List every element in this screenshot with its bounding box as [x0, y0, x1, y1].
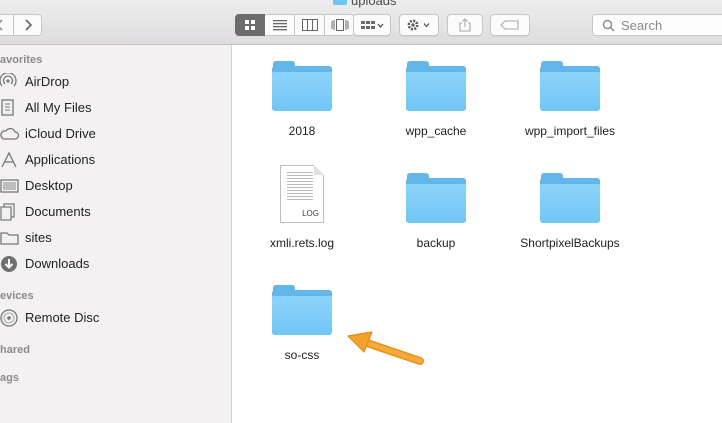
icon-grid-icon [245, 20, 255, 30]
file-item-xmli-rets-log[interactable]: LOG xmli.rets.log [237, 165, 367, 253]
file-grid: 2018 wpp_cache wpp_import_files LOG xmli… [232, 45, 722, 423]
sidebar-item-downloads[interactable]: Downloads [0, 252, 231, 276]
sidebar-item-applications[interactable]: Applications [0, 148, 231, 172]
file-name: xmli.rets.log [269, 236, 334, 250]
sidebar-item-desktop[interactable]: Desktop [0, 174, 231, 198]
file-name: 2018 [288, 124, 316, 138]
annotation-arrow [347, 331, 424, 365]
sidebar-item-airdrop[interactable]: AirDrop [0, 70, 231, 94]
forward-button[interactable] [14, 14, 42, 36]
airdrop-icon [0, 73, 20, 91]
tag-button[interactable] [490, 14, 530, 36]
arrange-icon [361, 21, 384, 29]
log-file-icon: LOG [280, 165, 324, 223]
search-icon [602, 19, 615, 32]
file-name: wpp_import_files [524, 124, 616, 138]
chevron-right-icon [24, 19, 32, 31]
log-badge: LOG [302, 209, 319, 218]
sidebar-item-all-my-files[interactable]: All My Files [0, 96, 231, 120]
documents-icon [0, 203, 20, 221]
nav-buttons [0, 14, 42, 36]
file-item-shortpixelbackups[interactable]: ShortpixelBackups [505, 173, 635, 253]
file-name: wpp_cache [405, 124, 467, 138]
action-button[interactable] [399, 14, 439, 36]
sidebar: avorites AirDrop All My Files iCloud Dri… [0, 45, 232, 423]
downloads-icon [0, 255, 20, 273]
file-item-wpp-cache[interactable]: wpp_cache [371, 61, 501, 141]
share-icon [459, 18, 471, 32]
window-title: uploads [333, 0, 397, 8]
folder-icon [0, 229, 20, 247]
desktop-icon [0, 177, 20, 195]
cloud-icon [0, 125, 20, 143]
disc-icon [0, 309, 20, 327]
back-button[interactable] [0, 14, 14, 36]
file-item-wpp-import-files[interactable]: wpp_import_files [505, 61, 635, 141]
sidebar-item-remote-disc[interactable]: Remote Disc [0, 306, 231, 330]
cover-flow-icon [331, 19, 348, 31]
search-field[interactable]: Search [592, 14, 722, 36]
toolbar: uploads Search [0, 0, 722, 45]
sidebar-item-documents[interactable]: Documents [0, 200, 231, 224]
icon-view-button[interactable] [235, 14, 265, 36]
gear-icon [407, 19, 430, 31]
sidebar-item-sites[interactable]: sites [0, 226, 231, 250]
window-title-text: uploads [351, 0, 397, 8]
all-files-icon [0, 99, 20, 117]
file-item-backup[interactable]: backup [371, 173, 501, 253]
list-view-button[interactable] [265, 14, 295, 36]
arrange-button[interactable] [353, 14, 391, 36]
tag-icon [500, 20, 519, 30]
search-placeholder: Search [621, 17, 663, 33]
folder-icon [333, 0, 347, 5]
file-item-2018[interactable]: 2018 [237, 61, 367, 141]
share-button[interactable] [447, 14, 483, 36]
cover-flow-view-button[interactable] [325, 14, 355, 36]
file-name: ShortpixelBackups [520, 236, 620, 250]
sidebar-item-icloud-drive[interactable]: iCloud Drive [0, 122, 231, 146]
file-name: backup [416, 236, 456, 250]
view-mode-control [235, 14, 355, 36]
columns-icon [301, 19, 318, 31]
list-icon [272, 20, 287, 31]
chevron-left-icon [0, 19, 3, 31]
applications-icon [0, 151, 20, 169]
column-view-button[interactable] [295, 14, 325, 36]
